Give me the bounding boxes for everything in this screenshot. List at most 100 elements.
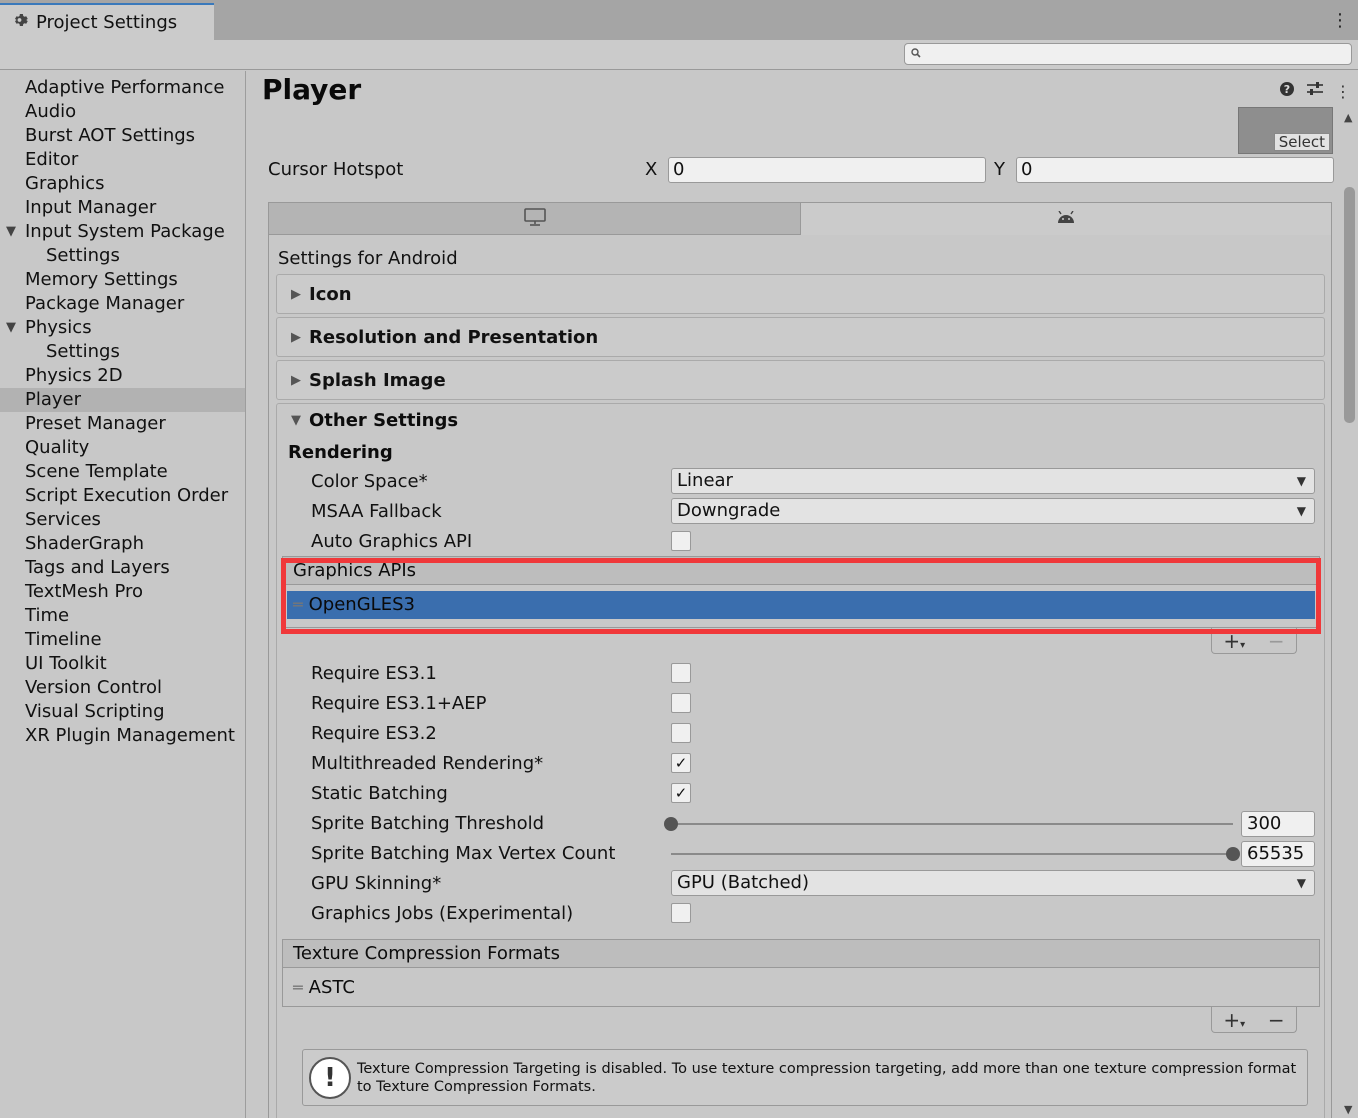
list-item-astc[interactable]: ═ ASTC	[287, 974, 1315, 1002]
scroll-down-icon[interactable]: ▼	[1344, 1103, 1352, 1116]
sidebar-item-quality[interactable]: Quality	[0, 436, 245, 460]
select-button[interactable]: Select	[1273, 133, 1330, 151]
require-es31-checkbox[interactable]	[671, 663, 691, 683]
slider-knob[interactable]	[664, 817, 678, 831]
static-batching-label: Static Batching	[311, 783, 448, 804]
foldout-splash-image[interactable]: ▶ Splash Image	[276, 360, 1325, 400]
sidebar-item-player[interactable]: Player	[0, 388, 245, 412]
sidebar-item-tags-and-layers[interactable]: Tags and Layers	[0, 556, 245, 580]
remove-icon[interactable]: −	[1268, 1008, 1285, 1032]
require-es31-aep-checkbox[interactable]	[671, 693, 691, 713]
color-space-label: Color Space*	[311, 471, 428, 492]
list-item-opengles3[interactable]: ═ OpenGLES3	[287, 591, 1315, 619]
sidebar-item-input-system-settings[interactable]: Settings	[0, 244, 245, 268]
sidebar-item-visual-scripting[interactable]: Visual Scripting	[0, 700, 245, 724]
sprite-batching-threshold-slider[interactable]	[671, 823, 1233, 825]
sidebar-item-textmesh-pro[interactable]: TextMesh Pro	[0, 580, 245, 604]
foldout-icon-section[interactable]: ▶ Icon	[276, 274, 1325, 314]
other-settings-section: ▼ Other Settings Rendering Color Space* …	[276, 403, 1325, 1118]
sidebar-item-ui-toolkit[interactable]: UI Toolkit	[0, 652, 245, 676]
sidebar-item-physics-2d[interactable]: Physics 2D	[0, 364, 245, 388]
add-icon[interactable]: +▾	[1223, 1008, 1245, 1032]
sidebar-item-audio[interactable]: Audio	[0, 100, 245, 124]
sidebar-item-package-manager[interactable]: Package Manager	[0, 292, 245, 316]
sidebar-item-editor[interactable]: Editor	[0, 148, 245, 172]
require-es32-label: Require ES3.2	[311, 723, 437, 744]
multithreaded-rendering-checkbox[interactable]: ✓	[671, 753, 691, 773]
sidebar-item-services[interactable]: Services	[0, 508, 245, 532]
other-settings-header[interactable]: ▼ Other Settings	[291, 410, 458, 431]
sidebar-item-script-execution-order[interactable]: Script Execution Order	[0, 484, 245, 508]
project-settings-tab[interactable]: Project Settings	[0, 3, 214, 40]
remove-icon[interactable]: −	[1268, 629, 1285, 653]
expanded-arrow-icon: ▼	[291, 413, 301, 428]
add-icon[interactable]: +▾	[1223, 629, 1245, 653]
sprite-batching-max-vertex-slider[interactable]	[671, 853, 1233, 855]
y-label: Y	[994, 159, 1005, 180]
rendering-title: Rendering	[288, 442, 393, 463]
presets-icon[interactable]	[1306, 81, 1324, 101]
vertical-scrollbar[interactable]: ▲ ▼	[1341, 107, 1358, 1118]
chevron-down-icon: ▼	[1296, 474, 1306, 488]
chevron-down-icon: ▼	[1296, 504, 1306, 518]
sidebar-item-time[interactable]: Time	[0, 604, 245, 628]
gpu-skinning-dropdown[interactable]: GPU (Batched) ▼	[671, 870, 1315, 896]
sidebar-item-memory-settings[interactable]: Memory Settings	[0, 268, 245, 292]
search-input[interactable]	[925, 45, 1351, 63]
help-icon[interactable]: ?	[1278, 81, 1296, 101]
monitor-icon	[523, 207, 546, 230]
tab-title: Project Settings	[36, 12, 178, 33]
x-label: X	[645, 159, 658, 180]
sidebar-item-input-system-package[interactable]: ▼ Input System Package	[0, 220, 245, 244]
graphics-apis-add-remove: +▾ −	[1211, 628, 1297, 654]
sprite-batching-threshold-field[interactable]: 300	[1241, 811, 1315, 837]
msaa-fallback-dropdown[interactable]: Downgrade ▼	[671, 498, 1315, 524]
sidebar-item-timeline[interactable]: Timeline	[0, 628, 245, 652]
texture-compression-list: Texture Compression Formats ═ ASTC	[282, 939, 1320, 1007]
page-title: Player	[262, 73, 362, 106]
cursor-hotspot-x-field[interactable]: 0	[668, 157, 986, 183]
sidebar-item-shadergraph[interactable]: ShaderGraph	[0, 532, 245, 556]
auto-graphics-api-checkbox[interactable]	[671, 531, 691, 551]
cursor-hotspot-y-field[interactable]: 0	[1016, 157, 1334, 183]
main-panel: Player ? ⋮ Select Cursor Hotspot X 0 Y 0…	[247, 71, 1358, 1118]
expand-triangle-icon[interactable]: ▼	[6, 220, 16, 244]
kebab-menu-icon[interactable]: ⋮	[1331, 10, 1349, 31]
gear-icon	[12, 11, 30, 34]
platform-tabs	[269, 203, 1331, 235]
sidebar-item-version-control[interactable]: Version Control	[0, 676, 245, 700]
expand-triangle-icon[interactable]: ▼	[6, 316, 16, 340]
search-field[interactable]	[904, 43, 1352, 65]
sidebar-item-scene-template[interactable]: Scene Template	[0, 460, 245, 484]
scroll-up-icon[interactable]: ▲	[1344, 111, 1352, 124]
scrollbar-thumb[interactable]	[1344, 187, 1355, 423]
foldout-resolution-presentation[interactable]: ▶ Resolution and Presentation	[276, 317, 1325, 357]
sprite-batching-max-vertex-label: Sprite Batching Max Vertex Count	[311, 843, 616, 864]
sidebar-item-input-manager[interactable]: Input Manager	[0, 196, 245, 220]
sidebar-item-xr-plugin-management[interactable]: XR Plugin Management	[0, 724, 245, 748]
require-es32-checkbox[interactable]	[671, 723, 691, 743]
sidebar-item-preset-manager[interactable]: Preset Manager	[0, 412, 245, 436]
tab-android[interactable]	[801, 203, 1331, 235]
sidebar-item-physics-settings[interactable]: Settings	[0, 340, 245, 364]
sprite-batching-max-vertex-field[interactable]: 65535	[1241, 841, 1315, 867]
svg-text:?: ?	[1284, 83, 1290, 96]
sidebar: Adaptive Performance Audio Burst AOT Set…	[0, 71, 246, 1118]
graphics-jobs-checkbox[interactable]	[671, 903, 691, 923]
sidebar-item-adaptive-performance[interactable]: Adaptive Performance	[0, 76, 245, 100]
help-box: ! Texture Compression Targeting is disab…	[302, 1049, 1308, 1106]
color-space-dropdown[interactable]: Linear ▼	[671, 468, 1315, 494]
tab-standalone[interactable]	[269, 203, 801, 235]
static-batching-checkbox[interactable]: ✓	[671, 783, 691, 803]
kebab-menu-icon[interactable]: ⋮	[1334, 82, 1352, 101]
sprite-batching-threshold-label: Sprite Batching Threshold	[311, 813, 545, 834]
sidebar-item-physics[interactable]: ▼ Physics	[0, 316, 245, 340]
multithreaded-rendering-label: Multithreaded Rendering*	[311, 753, 544, 774]
drag-handle-icon[interactable]: ═	[293, 591, 303, 619]
help-text: Texture Compression Targeting is disable…	[357, 1060, 1297, 1095]
drag-handle-icon[interactable]: ═	[293, 974, 303, 1002]
sidebar-item-graphics[interactable]: Graphics	[0, 172, 245, 196]
slider-knob[interactable]	[1226, 847, 1240, 861]
collapsed-arrow-icon: ▶	[291, 286, 301, 302]
sidebar-item-burst-aot[interactable]: Burst AOT Settings	[0, 124, 245, 148]
